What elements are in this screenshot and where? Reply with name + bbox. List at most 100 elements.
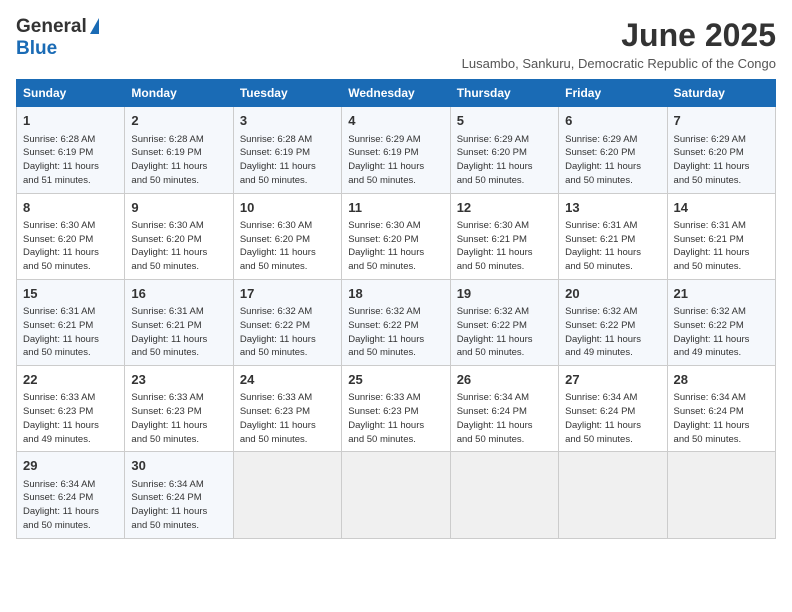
day-info: Sunrise: 6:28 AM Sunset: 6:19 PM Dayligh… xyxy=(131,133,226,188)
day-info: Sunrise: 6:34 AM Sunset: 6:24 PM Dayligh… xyxy=(674,391,769,446)
calendar-cell: 10 Sunrise: 6:30 AM Sunset: 6:20 PM Dayli… xyxy=(233,193,341,279)
day-info: Sunrise: 6:28 AM Sunset: 6:19 PM Dayligh… xyxy=(240,133,335,188)
calendar-cell: 21 Sunrise: 6:32 AM Sunset: 6:22 PM Dayli… xyxy=(667,279,775,365)
header-sunday: Sunday xyxy=(17,80,125,107)
day-info: Sunrise: 6:29 AM Sunset: 6:20 PM Dayligh… xyxy=(674,133,769,188)
day-info: Sunrise: 6:34 AM Sunset: 6:24 PM Dayligh… xyxy=(23,478,118,533)
day-info: Sunrise: 6:34 AM Sunset: 6:24 PM Dayligh… xyxy=(457,391,552,446)
header-friday: Friday xyxy=(559,80,667,107)
day-number: 20 xyxy=(565,285,660,303)
calendar-week-row: 15 Sunrise: 6:31 AM Sunset: 6:21 PM Dayli… xyxy=(17,279,776,365)
calendar-cell: 15 Sunrise: 6:31 AM Sunset: 6:21 PM Dayli… xyxy=(17,279,125,365)
header: General Blue June 2025 Lusambo, Sankuru,… xyxy=(16,16,776,71)
day-number: 11 xyxy=(348,199,443,217)
day-number: 28 xyxy=(674,371,769,389)
calendar-cell: 6 Sunrise: 6:29 AM Sunset: 6:20 PM Daylig… xyxy=(559,107,667,193)
day-number: 24 xyxy=(240,371,335,389)
day-number: 1 xyxy=(23,112,118,130)
calendar-cell: 8Sunrise: 6:30 AM Sunset: 6:20 PM Daylig… xyxy=(17,193,125,279)
calendar-cell: 5 Sunrise: 6:29 AM Sunset: 6:20 PM Daylig… xyxy=(450,107,558,193)
calendar-cell: 2 Sunrise: 6:28 AM Sunset: 6:19 PM Daylig… xyxy=(125,107,233,193)
day-number: 22 xyxy=(23,371,118,389)
calendar-cell: 28 Sunrise: 6:34 AM Sunset: 6:24 PM Dayli… xyxy=(667,366,775,452)
day-info: Sunrise: 6:30 AM Sunset: 6:20 PM Dayligh… xyxy=(348,219,443,274)
location-subtitle: Lusambo, Sankuru, Democratic Republic of… xyxy=(462,56,776,71)
calendar-cell: 18Sunrise: 6:32 AM Sunset: 6:22 PM Dayli… xyxy=(342,279,450,365)
day-info: Sunrise: 6:32 AM Sunset: 6:22 PM Dayligh… xyxy=(674,305,769,360)
day-number: 26 xyxy=(457,371,552,389)
title-area: June 2025 Lusambo, Sankuru, Democratic R… xyxy=(462,16,776,71)
day-info: Sunrise: 6:32 AM Sunset: 6:22 PM Dayligh… xyxy=(348,305,443,360)
day-number: 29 xyxy=(23,457,118,475)
day-info: Sunrise: 6:28 AM Sunset: 6:19 PM Dayligh… xyxy=(23,133,118,188)
day-number: 21 xyxy=(674,285,769,303)
logo: General Blue xyxy=(16,16,99,60)
day-info: Sunrise: 6:29 AM Sunset: 6:20 PM Dayligh… xyxy=(565,133,660,188)
day-number: 5 xyxy=(457,112,552,130)
calendar-cell: 7 Sunrise: 6:29 AM Sunset: 6:20 PM Daylig… xyxy=(667,107,775,193)
calendar-cell: 26 Sunrise: 6:34 AM Sunset: 6:24 PM Dayli… xyxy=(450,366,558,452)
day-number: 2 xyxy=(131,112,226,130)
calendar-cell: 16 Sunrise: 6:31 AM Sunset: 6:21 PM Dayli… xyxy=(125,279,233,365)
day-number: 3 xyxy=(240,112,335,130)
day-number: 27 xyxy=(565,371,660,389)
calendar-cell: 25 Sunrise: 6:33 AM Sunset: 6:23 PM Dayli… xyxy=(342,366,450,452)
day-number: 17 xyxy=(240,285,335,303)
calendar-cell: 1 Sunrise: 6:28 AM Sunset: 6:19 PM Daylig… xyxy=(17,107,125,193)
calendar-cell: 4Sunrise: 6:29 AM Sunset: 6:19 PM Daylig… xyxy=(342,107,450,193)
day-number: 12 xyxy=(457,199,552,217)
calendar-week-row: 29 Sunrise: 6:34 AM Sunset: 6:24 PM Dayli… xyxy=(17,452,776,538)
day-number: 16 xyxy=(131,285,226,303)
calendar-cell: 29 Sunrise: 6:34 AM Sunset: 6:24 PM Dayli… xyxy=(17,452,125,538)
day-info: Sunrise: 6:32 AM Sunset: 6:22 PM Dayligh… xyxy=(457,305,552,360)
header-tuesday: Tuesday xyxy=(233,80,341,107)
day-info: Sunrise: 6:31 AM Sunset: 6:21 PM Dayligh… xyxy=(565,219,660,274)
calendar-cell: 22 Sunrise: 6:33 AM Sunset: 6:23 PM Dayli… xyxy=(17,366,125,452)
day-number: 10 xyxy=(240,199,335,217)
calendar-cell: 30 Sunrise: 6:34 AM Sunset: 6:24 PM Dayli… xyxy=(125,452,233,538)
day-info: Sunrise: 6:30 AM Sunset: 6:20 PM Dayligh… xyxy=(23,219,118,274)
day-info: Sunrise: 6:32 AM Sunset: 6:22 PM Dayligh… xyxy=(565,305,660,360)
day-info: Sunrise: 6:31 AM Sunset: 6:21 PM Dayligh… xyxy=(674,219,769,274)
day-info: Sunrise: 6:33 AM Sunset: 6:23 PM Dayligh… xyxy=(131,391,226,446)
day-info: Sunrise: 6:30 AM Sunset: 6:20 PM Dayligh… xyxy=(240,219,335,274)
day-number: 25 xyxy=(348,371,443,389)
day-info: Sunrise: 6:33 AM Sunset: 6:23 PM Dayligh… xyxy=(23,391,118,446)
calendar-week-row: 1 Sunrise: 6:28 AM Sunset: 6:19 PM Daylig… xyxy=(17,107,776,193)
day-info: Sunrise: 6:31 AM Sunset: 6:21 PM Dayligh… xyxy=(131,305,226,360)
calendar-cell xyxy=(233,452,341,538)
calendar-week-row: 8Sunrise: 6:30 AM Sunset: 6:20 PM Daylig… xyxy=(17,193,776,279)
calendar-week-row: 22 Sunrise: 6:33 AM Sunset: 6:23 PM Dayli… xyxy=(17,366,776,452)
header-monday: Monday xyxy=(125,80,233,107)
day-info: Sunrise: 6:32 AM Sunset: 6:22 PM Dayligh… xyxy=(240,305,335,360)
calendar-cell: 13 Sunrise: 6:31 AM Sunset: 6:21 PM Dayli… xyxy=(559,193,667,279)
day-number: 30 xyxy=(131,457,226,475)
calendar-cell: 3 Sunrise: 6:28 AM Sunset: 6:19 PM Daylig… xyxy=(233,107,341,193)
day-number: 6 xyxy=(565,112,660,130)
day-number: 19 xyxy=(457,285,552,303)
day-info: Sunrise: 6:34 AM Sunset: 6:24 PM Dayligh… xyxy=(131,478,226,533)
day-number: 14 xyxy=(674,199,769,217)
calendar-cell: 9Sunrise: 6:30 AM Sunset: 6:20 PM Daylig… xyxy=(125,193,233,279)
calendar-cell: 11 Sunrise: 6:30 AM Sunset: 6:20 PM Dayli… xyxy=(342,193,450,279)
header-saturday: Saturday xyxy=(667,80,775,107)
day-info: Sunrise: 6:34 AM Sunset: 6:24 PM Dayligh… xyxy=(565,391,660,446)
day-number: 4 xyxy=(348,112,443,130)
day-info: Sunrise: 6:29 AM Sunset: 6:20 PM Dayligh… xyxy=(457,133,552,188)
day-number: 7 xyxy=(674,112,769,130)
calendar-header-row: SundayMondayTuesdayWednesdayThursdayFrid… xyxy=(17,80,776,107)
day-number: 13 xyxy=(565,199,660,217)
day-number: 9 xyxy=(131,199,226,217)
logo-general: General xyxy=(16,16,87,38)
day-number: 15 xyxy=(23,285,118,303)
calendar-cell: 20 Sunrise: 6:32 AM Sunset: 6:22 PM Dayli… xyxy=(559,279,667,365)
day-info: Sunrise: 6:33 AM Sunset: 6:23 PM Dayligh… xyxy=(348,391,443,446)
header-thursday: Thursday xyxy=(450,80,558,107)
logo-blue: Blue xyxy=(16,38,57,59)
calendar-cell: 12Sunrise: 6:30 AM Sunset: 6:21 PM Dayli… xyxy=(450,193,558,279)
calendar-cell xyxy=(342,452,450,538)
day-number: 23 xyxy=(131,371,226,389)
day-info: Sunrise: 6:33 AM Sunset: 6:23 PM Dayligh… xyxy=(240,391,335,446)
day-info: Sunrise: 6:31 AM Sunset: 6:21 PM Dayligh… xyxy=(23,305,118,360)
calendar-cell xyxy=(559,452,667,538)
